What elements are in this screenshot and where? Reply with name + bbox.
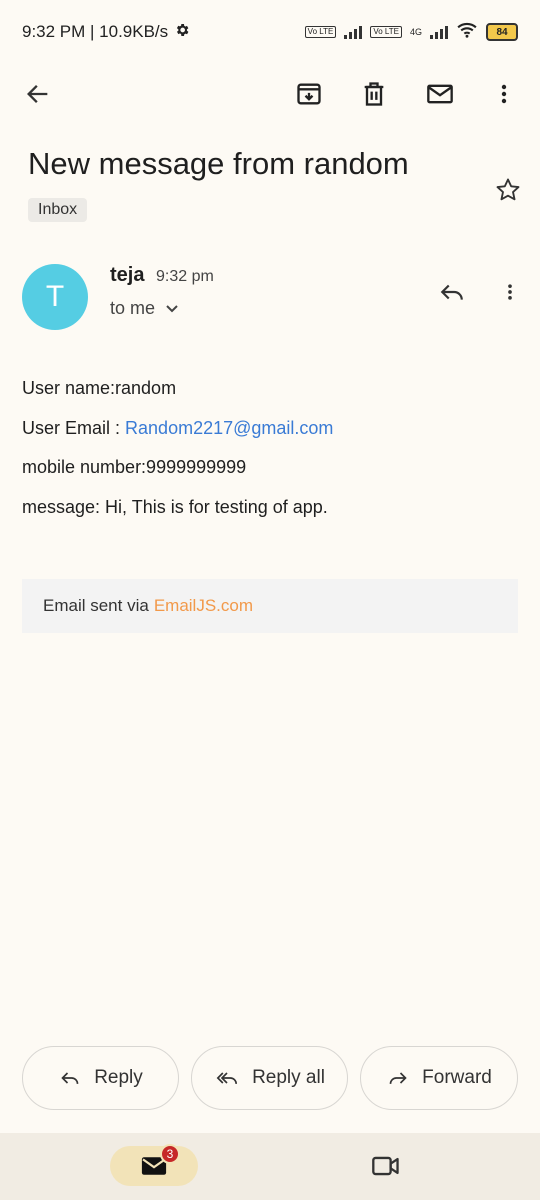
volte-badge-2: Vo LTE: [370, 26, 402, 38]
back-arrow-icon: [27, 85, 48, 103]
emailjs-link[interactable]: EmailJS.com: [154, 596, 253, 616]
star-icon: [496, 178, 520, 201]
email-subject: New message from random: [28, 146, 409, 181]
battery-icon: 84: [486, 23, 518, 41]
sender-name: teja: [110, 264, 145, 286]
sender-avatar[interactable]: T: [22, 264, 88, 330]
toolbar: [0, 70, 540, 120]
body-mobile: mobile number:9999999999: [22, 457, 247, 477]
mark-unread-button[interactable]: [416, 70, 464, 118]
body-email-prefix: User Email :: [22, 418, 126, 438]
status-bar: 9:32 PM | 10.9KB/s Vo LTE Vo LTE 4G 84: [0, 0, 540, 64]
delete-icon: [364, 82, 384, 106]
status-right: Vo LTE Vo LTE 4G 84: [304, 22, 518, 43]
star-button[interactable]: [488, 170, 528, 210]
email-time: 9:32 pm: [156, 268, 214, 285]
video-camera-icon: [372, 1156, 399, 1176]
reply-icon-button[interactable]: [430, 272, 474, 312]
reply-all-label: Reply all: [252, 1067, 325, 1088]
recipient-details-toggle[interactable]: to me: [110, 298, 179, 319]
message-more-button[interactable]: [490, 272, 530, 312]
more-options-button[interactable]: [480, 70, 528, 118]
signal-icon: [344, 25, 363, 39]
settings-gear-icon: [174, 22, 190, 43]
reply-all-icon: [216, 1072, 238, 1084]
delete-button[interactable]: [350, 70, 398, 118]
network-type: 4G: [409, 27, 422, 37]
forward-label: Forward: [422, 1067, 492, 1088]
chevron-down-icon: [166, 304, 178, 312]
reply-icon: [61, 1072, 79, 1084]
body-email-line: User Email : Random2217@gmail.com: [22, 418, 333, 439]
email-footer: Email sent via EmailJS.com: [22, 579, 518, 633]
archive-button[interactable]: [285, 70, 333, 118]
reply-button[interactable]: Reply: [22, 1046, 179, 1110]
reply-label: Reply: [94, 1067, 143, 1088]
more-vert-icon: [508, 284, 512, 300]
footer-text: Email sent via: [43, 596, 149, 615]
label-chip-inbox[interactable]: Inbox: [28, 198, 88, 222]
body-message: message: Hi, This is for testing of app.: [22, 497, 328, 517]
bottom-nav: 3: [0, 1133, 540, 1200]
mark-unread-icon: [427, 84, 453, 104]
forward-icon: [389, 1072, 407, 1084]
forward-button[interactable]: Forward: [360, 1046, 518, 1110]
more-vert-icon: [501, 84, 507, 104]
reply-all-button[interactable]: Reply all: [191, 1046, 348, 1110]
archive-icon: [297, 83, 321, 105]
nav-meet-tab[interactable]: [362, 1146, 410, 1186]
status-time-speed: 9:32 PM | 10.9KB/s: [22, 22, 169, 41]
volte-badge: Vo LTE: [304, 26, 337, 38]
wifi-icon: [456, 22, 478, 43]
status-left: 9:32 PM | 10.9KB/s: [22, 22, 190, 43]
back-button[interactable]: [14, 70, 62, 118]
unread-badge: 3: [160, 1144, 180, 1164]
reply-icon: [440, 284, 463, 300]
email-address-link[interactable]: Random2217@gmail.com: [125, 418, 333, 438]
body-username: User name:random: [22, 378, 177, 398]
signal-icon-2: [430, 25, 448, 39]
recipient-label: to me: [110, 298, 156, 318]
nav-mail-tab[interactable]: 3: [110, 1144, 198, 1186]
